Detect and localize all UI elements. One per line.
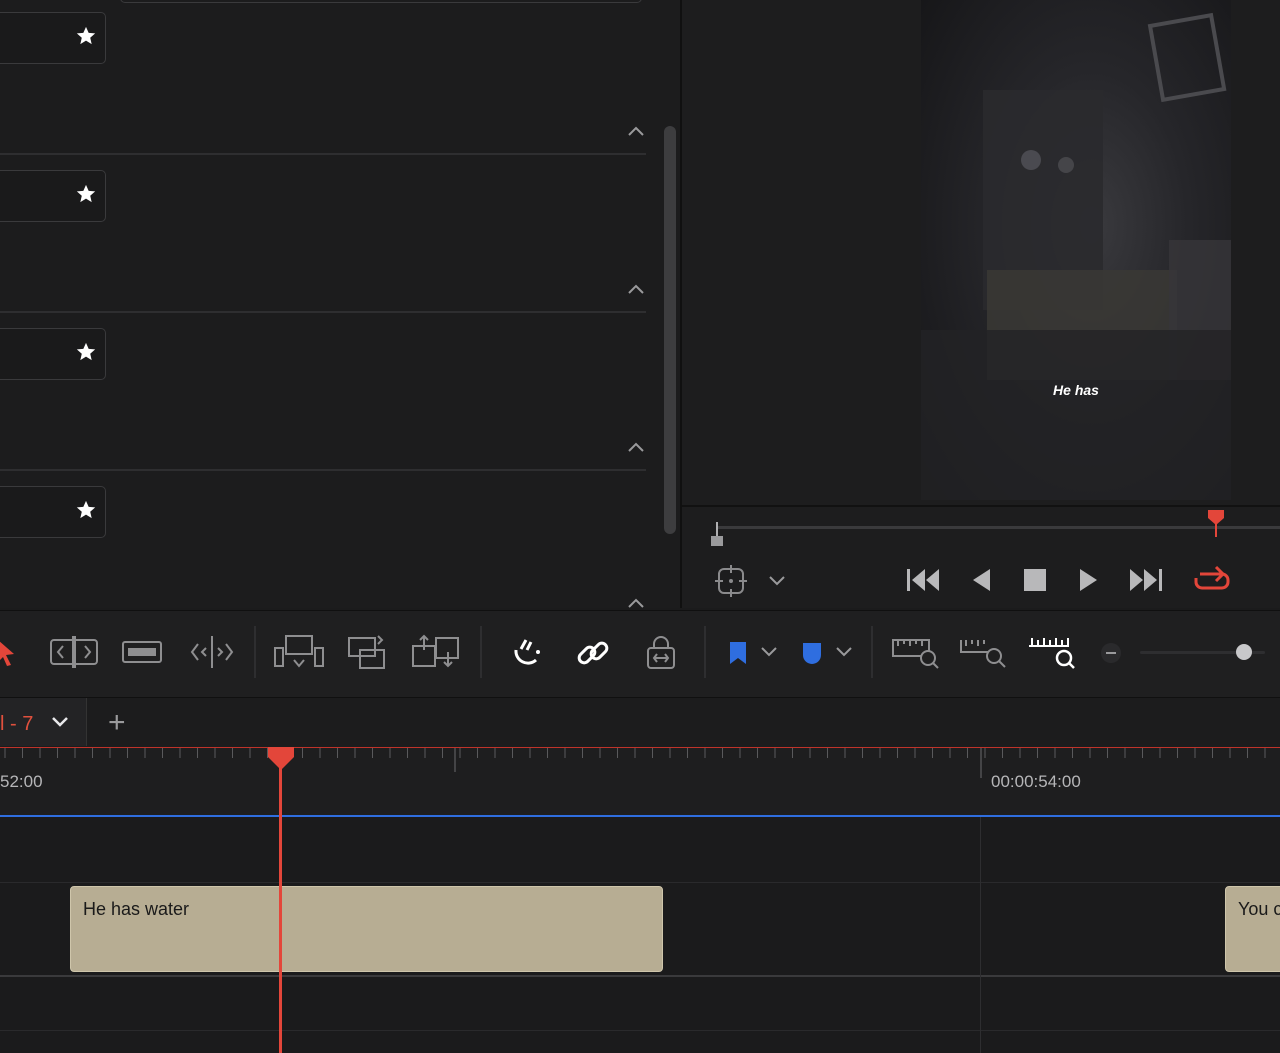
timeline-tab-label[interactable]: l - 7 xyxy=(0,713,33,736)
inspector-top-field[interactable] xyxy=(120,0,642,3)
inspector-field-2[interactable] xyxy=(0,170,106,222)
zoom-out-icon[interactable] xyxy=(1100,642,1122,664)
zoom-detail-icon[interactable] xyxy=(958,634,1010,672)
inspector-field-3[interactable] xyxy=(0,328,106,380)
collapse-caret-icon[interactable] xyxy=(626,440,646,454)
play-icon[interactable] xyxy=(1078,566,1100,594)
selection-arrow-icon[interactable] xyxy=(0,638,18,668)
video-scene xyxy=(921,12,1231,500)
transform-icon[interactable] xyxy=(714,564,748,598)
star-icon[interactable] xyxy=(75,183,97,205)
clip-label: He has water xyxy=(83,899,190,919)
stop-icon[interactable] xyxy=(1022,567,1048,593)
section-divider xyxy=(0,311,646,313)
overwrite-clip-icon[interactable] xyxy=(346,632,388,672)
track-divider xyxy=(0,882,1280,883)
zoom-slider-thumb[interactable] xyxy=(1236,644,1252,660)
clip-label: You c xyxy=(1238,899,1280,919)
timeline-playhead[interactable] xyxy=(279,760,282,1053)
section-divider xyxy=(0,153,646,155)
timecode-label: 52:00 xyxy=(0,772,43,791)
toolbar-separator xyxy=(704,626,706,678)
video-frame xyxy=(921,0,1231,500)
viewer-scrub-bar[interactable] xyxy=(716,526,1280,529)
linked-selection-icon[interactable] xyxy=(574,634,612,672)
chevron-down-icon[interactable] xyxy=(760,645,778,659)
track-divider xyxy=(0,975,1280,977)
viewer-separator xyxy=(682,505,1280,507)
collapse-caret-icon[interactable] xyxy=(626,596,646,608)
add-timeline-tab-button[interactable]: + xyxy=(108,705,126,741)
collapse-caret-icon[interactable] xyxy=(626,124,646,138)
playhead-head-icon[interactable] xyxy=(266,747,296,771)
trim-edit-icon[interactable] xyxy=(48,634,100,670)
insert-clip-icon[interactable] xyxy=(272,632,326,672)
blade-icon[interactable] xyxy=(188,632,236,672)
jump-end-icon[interactable] xyxy=(1126,566,1164,594)
chevron-down-icon[interactable] xyxy=(835,645,853,659)
track-divider xyxy=(0,1030,1280,1031)
timeline-ruler[interactable] xyxy=(0,747,1280,816)
inspector-field-4[interactable] xyxy=(0,486,106,538)
toolbar-separator xyxy=(871,626,873,678)
inspector-field-1[interactable] xyxy=(0,12,106,64)
subtitle-clip[interactable]: You c xyxy=(1225,886,1280,972)
loop-icon[interactable] xyxy=(1192,562,1232,596)
star-icon[interactable] xyxy=(75,25,97,47)
timecode-label: 00:00:54:00 xyxy=(991,772,1081,791)
marker-icon[interactable] xyxy=(800,640,824,666)
timeline-gridline xyxy=(980,817,981,1053)
playhead-marker-icon[interactable] xyxy=(1205,508,1227,538)
zoom-full-icon[interactable] xyxy=(890,634,942,672)
toolbar-separator xyxy=(254,626,256,678)
chevron-down-icon[interactable] xyxy=(768,574,786,588)
star-icon[interactable] xyxy=(75,341,97,363)
zoom-custom-icon[interactable] xyxy=(1026,634,1078,672)
in-point-handle-icon[interactable] xyxy=(708,522,726,554)
section-divider xyxy=(0,469,646,471)
flag-icon[interactable] xyxy=(726,640,750,666)
timeline-tab-bar xyxy=(0,697,1280,748)
replace-clip-icon[interactable] xyxy=(410,632,462,672)
toolbar-separator xyxy=(480,626,482,678)
inspector-scrollbar[interactable] xyxy=(664,126,676,534)
snapping-icon[interactable] xyxy=(508,636,544,670)
ruler-ticks xyxy=(4,748,1266,778)
chevron-down-icon[interactable] xyxy=(50,714,70,730)
star-icon[interactable] xyxy=(75,499,97,521)
inspector-panel xyxy=(0,0,680,608)
jump-start-icon[interactable] xyxy=(905,566,943,594)
reverse-play-icon[interactable] xyxy=(970,566,992,594)
video-subtitle: He has xyxy=(1053,382,1099,398)
collapse-caret-icon[interactable] xyxy=(626,282,646,296)
position-lock-icon[interactable] xyxy=(644,634,678,672)
subtitle-clip[interactable]: He has water xyxy=(70,886,663,972)
dynamic-trim-icon[interactable] xyxy=(120,636,164,668)
